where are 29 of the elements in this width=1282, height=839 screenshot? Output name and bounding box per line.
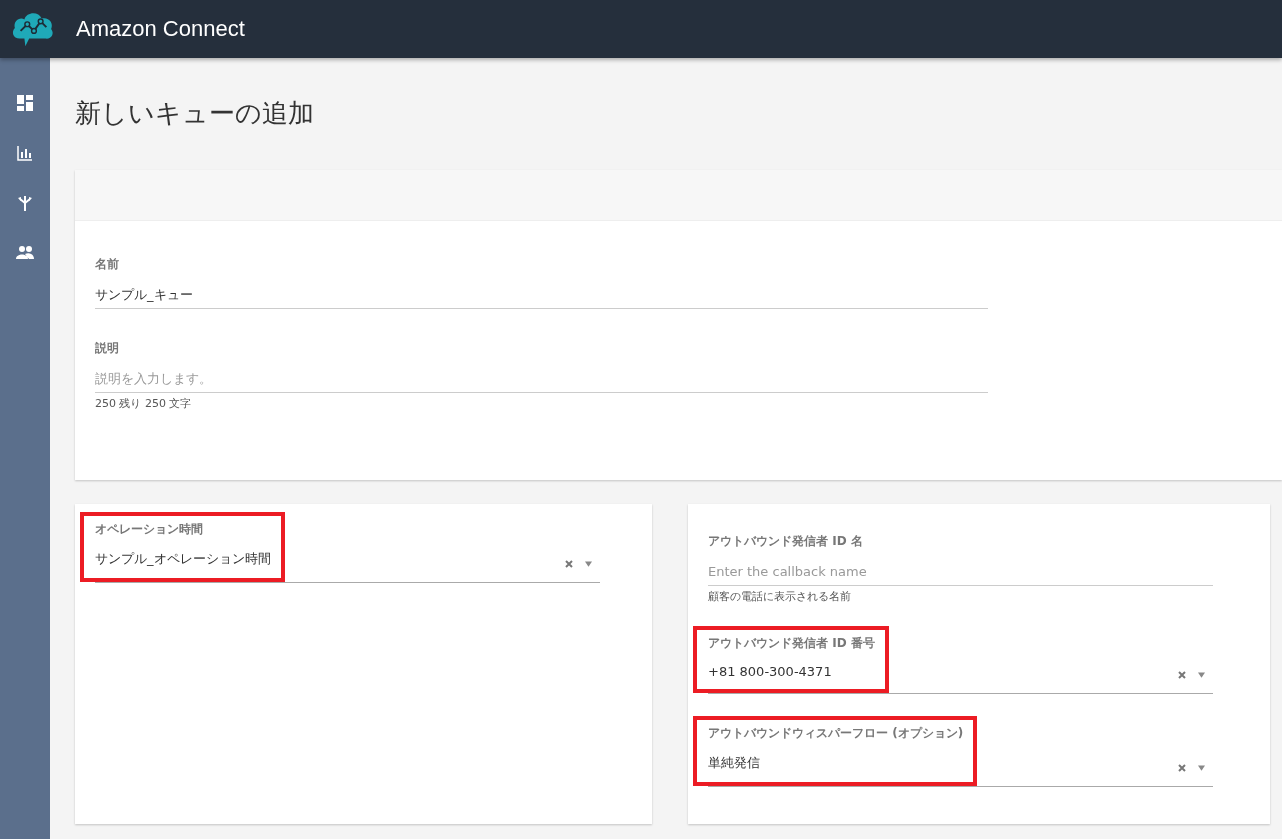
- clear-icon[interactable]: [565, 560, 573, 568]
- app-title: Amazon Connect: [76, 16, 245, 42]
- dashboard-icon[interactable]: [17, 95, 33, 111]
- dropdown-field[interactable]: アウトバウンド発信者 ID 番号 +81 800-300-4371: [693, 626, 1213, 694]
- field-label: オペレーション時間: [95, 521, 204, 538]
- input-field[interactable]: Enter the callback name: [708, 554, 1213, 586]
- caret-icon[interactable]: [585, 561, 592, 567]
- selected-value: +81 800-300-4371: [708, 664, 833, 679]
- field-hint: 顧客の電話に表示される名前: [708, 589, 852, 604]
- field-label: アウトバウンド発信者 ID 番号: [708, 635, 875, 652]
- field-label: 名前: [95, 256, 119, 273]
- field-label: アウトバウンド発信者 ID 名: [708, 533, 863, 550]
- field-hint: 250 残り 250 文字: [95, 396, 193, 411]
- dropdown-field[interactable]: オペレーション時間 サンプル_オペレーション時間: [80, 512, 600, 583]
- dropdown-field[interactable]: アウトバウンドウィスパーフロー (オプション) 単純発信: [693, 716, 1213, 787]
- selected-value: サンプル_オペレーション時間: [95, 550, 271, 568]
- input-field[interactable]: 説明を入力します。: [95, 361, 988, 393]
- clear-icon[interactable]: [1178, 764, 1186, 772]
- routing-icon[interactable]: [17, 195, 33, 211]
- bar-chart-icon[interactable]: [17, 145, 33, 161]
- caret-icon[interactable]: [1198, 765, 1205, 771]
- clear-icon[interactable]: [1178, 671, 1186, 679]
- selected-value: 単純発信: [708, 754, 761, 772]
- field-label: アウトバウンドウィスパーフロー (オプション): [708, 725, 964, 742]
- page-title: 新しいキューの追加: [75, 97, 315, 130]
- caret-icon[interactable]: [1198, 672, 1205, 678]
- field-label: 説明: [95, 340, 119, 357]
- users-icon[interactable]: [16, 245, 34, 259]
- input-field[interactable]: サンプル_キュー: [95, 277, 988, 309]
